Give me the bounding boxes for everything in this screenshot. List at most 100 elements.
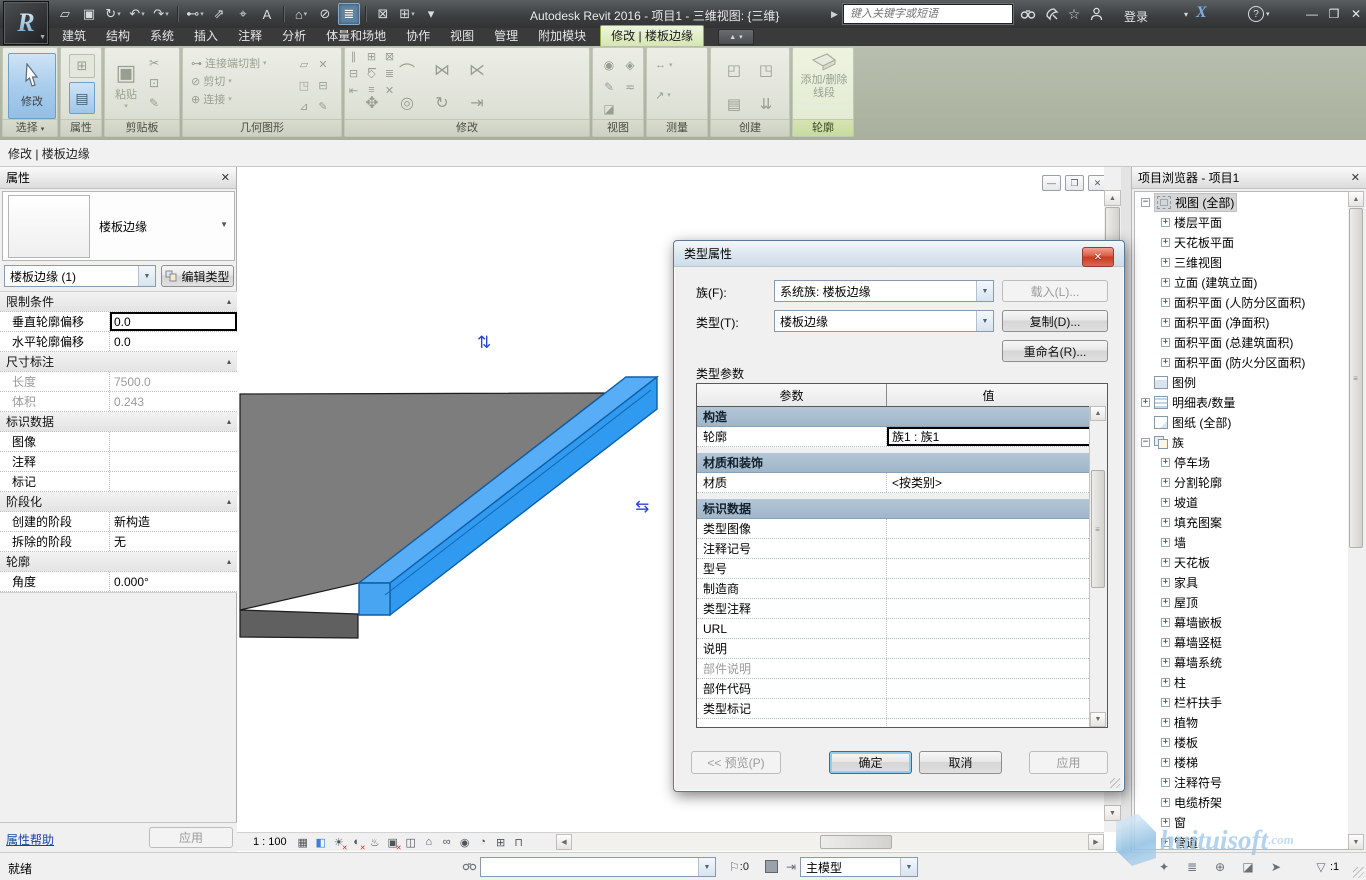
join-geometry-row[interactable]: ⊕连接▾	[191, 90, 267, 108]
property-value[interactable]: 0.243	[110, 392, 237, 411]
tree-expander[interactable]: +	[1161, 578, 1170, 587]
property-value[interactable]: 0.0	[110, 312, 237, 331]
browser-scroll-thumb[interactable]: ≡	[1349, 208, 1363, 548]
property-value[interactable]: 无	[110, 532, 237, 551]
ribbon-tab[interactable]: 注释	[228, 26, 272, 46]
section-box-icon[interactable]: ◪	[599, 98, 619, 119]
tree-item[interactable]: +家具	[1135, 572, 1348, 592]
cut-icon[interactable]: ✂	[149, 56, 159, 70]
param-value[interactable]	[887, 619, 1107, 638]
close-icon[interactable]: ✕	[221, 171, 230, 184]
tree-item[interactable]: +分割轮廓	[1135, 472, 1348, 492]
title-dropdown-icon[interactable]: ▾	[1176, 5, 1196, 23]
sync-icon[interactable]: ↻▾	[102, 3, 124, 25]
tree-item-label[interactable]: 立面 (建筑立面)	[1174, 274, 1257, 291]
tree-item[interactable]: +填充图案	[1135, 512, 1348, 532]
element-filter-combobox[interactable]: 楼板边缘 (1) ▼	[4, 265, 156, 287]
param-value[interactable]	[887, 519, 1107, 538]
dialog-apply-button[interactable]: 应用	[1029, 751, 1108, 774]
open-icon[interactable]: ▱	[54, 3, 76, 25]
properties-help-link[interactable]: 属性帮助	[6, 831, 54, 848]
tree-item[interactable]: +面积平面 (防火分区面积)	[1135, 352, 1348, 372]
tree-item[interactable]: +楼层平面	[1135, 212, 1348, 232]
tree-item-label[interactable]: 族	[1172, 434, 1184, 451]
tree-item[interactable]: +面积平面 (总建筑面积)	[1135, 332, 1348, 352]
ribbon-tab[interactable]: 结构	[96, 26, 140, 46]
ribbon-tab[interactable]: 附加模块	[528, 26, 596, 46]
tree-item-label[interactable]: 图纸 (全部)	[1172, 414, 1231, 431]
param-value[interactable]	[887, 639, 1107, 658]
table-scrollbar[interactable]: ▲ ≡ ▼	[1089, 406, 1107, 727]
ribbon-tab[interactable]: 建筑	[52, 26, 96, 46]
sign-in-icon[interactable]	[1086, 5, 1106, 23]
match-type-icon[interactable]: ✎	[149, 96, 159, 110]
param-group-header[interactable]: 材质和装饰▴	[697, 453, 1107, 473]
tree-expander[interactable]: +	[1161, 558, 1170, 567]
tree-expander[interactable]: +	[1161, 338, 1170, 347]
flip-vertical-control[interactable]: ⇅	[477, 333, 491, 353]
tree-expander[interactable]: +	[1161, 738, 1170, 747]
tree-expander[interactable]: +	[1161, 218, 1170, 227]
tree-item-label[interactable]: 管道	[1174, 834, 1198, 851]
scroll-right-icon[interactable]: ▶	[1088, 834, 1104, 850]
project-browser-header[interactable]: 项目浏览器 - 项目1 ✕	[1132, 167, 1366, 189]
tree-item[interactable]: +天花板平面	[1135, 232, 1348, 252]
tree-item[interactable]: +墙	[1135, 532, 1348, 552]
tree-item[interactable]: +注释符号	[1135, 772, 1348, 792]
favorites-icon[interactable]: ☆	[1064, 5, 1084, 23]
scroll-left-icon[interactable]: ◀	[556, 834, 572, 850]
tree-item-label[interactable]: 窗	[1174, 814, 1186, 831]
tree-item-label[interactable]: 面积平面 (人防分区面积)	[1174, 294, 1305, 311]
dialog-resize-grip[interactable]	[1110, 778, 1120, 788]
copy-icon[interactable]: ⊡	[149, 76, 159, 90]
tree-item-label[interactable]: 幕墙系统	[1174, 654, 1222, 671]
select-pinned-icon[interactable]: ⊕	[1211, 858, 1229, 875]
hide-isolate-icon[interactable]: ∞	[439, 835, 455, 850]
tree-expander[interactable]: +	[1161, 758, 1170, 767]
default-3d-view-icon[interactable]: ⌂▾	[290, 3, 312, 25]
tree-expander[interactable]: +	[1161, 358, 1170, 367]
type-selector[interactable]: 楼板边缘 ▼	[2, 191, 235, 261]
tree-item[interactable]: +植物	[1135, 712, 1348, 732]
edit-type-button[interactable]: 编辑类型	[161, 265, 234, 287]
param-value[interactable]: 族1 : 族1	[887, 427, 1107, 446]
dialog-title-bar[interactable]: 类型属性	[674, 241, 1124, 267]
scroll-down-icon[interactable]: ▼	[1104, 805, 1121, 821]
active-workset-icon[interactable]: ⇥	[782, 858, 800, 875]
tree-expander[interactable]: +	[1161, 778, 1170, 787]
duplicate-button[interactable]: 复制(D)...	[1002, 310, 1108, 332]
browser-scrollbar[interactable]: ▲ ≡ ▼	[1348, 191, 1365, 850]
text-icon[interactable]: A	[256, 3, 278, 25]
tree-item-label[interactable]: 栏杆扶手	[1174, 694, 1222, 711]
application-menu-button[interactable]: R ▼	[3, 1, 49, 45]
properties-panel-label[interactable]: 属性	[61, 119, 101, 136]
ribbon-tab[interactable]: 系统	[140, 26, 184, 46]
tree-item-label[interactable]: 屋顶	[1174, 594, 1198, 611]
lock-3d-view-icon[interactable]: ⌂	[421, 835, 437, 850]
tree-item[interactable]: +管道	[1135, 832, 1348, 850]
measure-length-icon[interactable]: ↔▾	[655, 56, 673, 74]
properties-palette-icon[interactable]: ▤	[69, 82, 95, 114]
tree-expander[interactable]: +	[1161, 618, 1170, 627]
create-group-icon[interactable]: ◰	[719, 54, 749, 86]
add-remove-segments-button[interactable]: 添加/删除 线段	[795, 52, 853, 100]
param-group-header[interactable]: 构造▴	[697, 407, 1107, 427]
tree-item-label[interactable]: 面积平面 (净面积)	[1174, 314, 1269, 331]
type-properties-icon[interactable]: ⊞	[69, 54, 95, 78]
visual-style-icon[interactable]: ◧	[313, 835, 329, 850]
tree-item[interactable]: +栏杆扶手	[1135, 692, 1348, 712]
ribbon-tab-active[interactable]: 修改 | 楼板边缘	[600, 25, 704, 46]
tree-expander[interactable]: −	[1141, 198, 1150, 207]
ribbon-tab[interactable]: 插入	[184, 26, 228, 46]
drag-on-selection-icon[interactable]: ➤	[1267, 858, 1285, 875]
scroll-down-icon[interactable]: ▼	[1348, 834, 1364, 850]
tree-expander[interactable]: +	[1161, 498, 1170, 507]
tree-item[interactable]: +电缆桥架	[1135, 792, 1348, 812]
close-hidden-windows-icon[interactable]: ⊠	[372, 3, 394, 25]
offset-icon[interactable]: ⌒	[390, 54, 424, 86]
param-value[interactable]	[887, 699, 1107, 718]
tree-expander[interactable]: +	[1161, 678, 1170, 687]
property-group-header[interactable]: 尺寸标注▴	[0, 352, 237, 372]
mirror-draw-icon[interactable]: ⋉	[460, 54, 494, 86]
customize-qat-icon[interactable]: ▾	[420, 3, 442, 25]
